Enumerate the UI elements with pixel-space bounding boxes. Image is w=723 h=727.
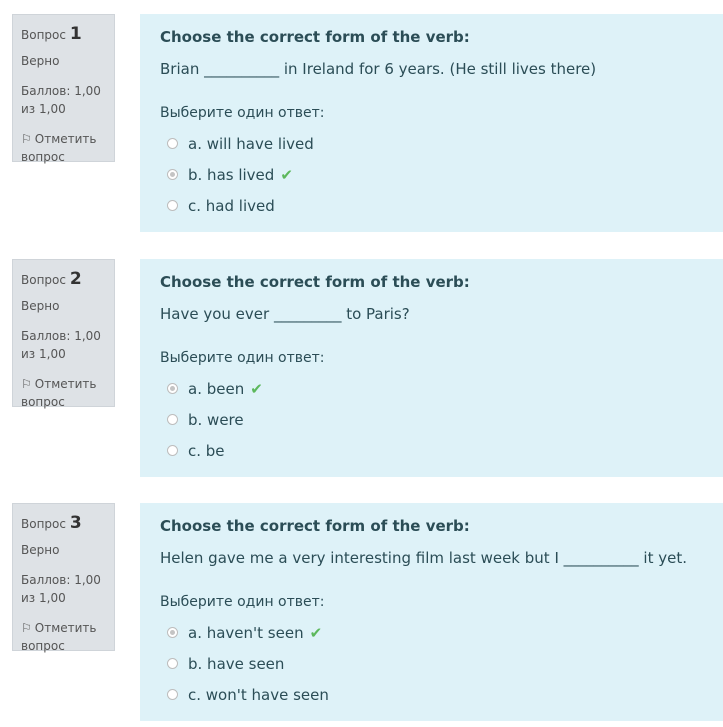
answer-label: c. be — [188, 441, 225, 460]
question-heading: Choose the correct form of the verb: — [160, 517, 470, 535]
flag-label: Отметить вопрос — [21, 132, 97, 164]
flag-icon: ⚐ — [21, 621, 32, 635]
radio-button[interactable] — [167, 445, 178, 456]
question-info-panel: Вопрос 1 Верно Баллов: 1,00 из 1,00 ⚐ Отм… — [12, 14, 115, 164]
check-icon: ✔ — [309, 623, 323, 642]
answer-label: c. had lived — [188, 196, 275, 215]
flag-icon: ⚐ — [21, 377, 32, 391]
question-number: 3 — [69, 513, 82, 533]
radio-button-selected[interactable] — [167, 627, 178, 638]
answer-list: a. will have lived b. has lived ✔ c. had… — [160, 128, 703, 221]
answer-label: b. were — [188, 410, 244, 429]
question-state: Верно — [21, 299, 60, 313]
answer-label: c. won't have seen — [188, 685, 329, 704]
answer-option[interactable]: b. has lived ✔ — [160, 159, 703, 190]
radio-button-selected[interactable] — [167, 169, 178, 180]
flag-label: Отметить вопрос — [21, 621, 97, 653]
check-icon: ✔ — [250, 379, 263, 398]
question-heading: Choose the correct form of the verb: — [160, 28, 470, 46]
radio-button[interactable] — [167, 200, 178, 211]
answer-prompt: Выберите один ответ: — [160, 594, 325, 610]
question-text: Helen gave me a very interesting film la… — [160, 549, 687, 567]
question-label: Вопрос — [21, 28, 66, 42]
question-state: Верно — [21, 54, 60, 68]
radio-button[interactable] — [167, 138, 178, 149]
question-content: Choose the correct form of the verb: Hav… — [140, 259, 723, 477]
answer-option[interactable]: c. had lived — [160, 190, 703, 221]
answer-label: a. will have lived — [188, 134, 314, 153]
question-text: Brian __________ in Ireland for 6 years.… — [160, 60, 597, 78]
question-grade: Баллов: 1,00 из 1,00 — [21, 84, 101, 116]
answer-prompt: Выберите один ответ: — [160, 350, 325, 366]
radio-button[interactable] — [167, 658, 178, 669]
question-label: Вопрос — [21, 517, 66, 531]
question-number: 1 — [69, 24, 82, 44]
question-grade: Баллов: 1,00 из 1,00 — [21, 329, 101, 361]
radio-button[interactable] — [167, 414, 178, 425]
answer-label: b. have seen — [188, 654, 285, 673]
question-number: 2 — [69, 269, 82, 289]
flag-label: Отметить вопрос — [21, 377, 97, 409]
question-info-panel: Вопрос 3 Верно Баллов: 1,00 из 1,00 ⚐ Отм… — [12, 503, 115, 653]
answer-option[interactable]: a. been ✔ — [160, 373, 703, 404]
answer-option[interactable]: a. haven't seen ✔ — [160, 617, 703, 648]
flag-question-link[interactable]: ⚐ Отметить вопрос — [21, 375, 106, 411]
answer-option[interactable]: c. be — [160, 435, 703, 466]
question-label: Вопрос — [21, 273, 66, 287]
answer-option[interactable]: a. will have lived — [160, 128, 703, 159]
check-icon: ✔ — [280, 165, 293, 184]
answer-option[interactable]: b. were — [160, 404, 703, 435]
answer-label: a. haven't seen — [188, 623, 304, 642]
question-content: Choose the correct form of the verb: Bri… — [140, 14, 723, 232]
question-info-panel: Вопрос 2 Верно Баллов: 1,00 из 1,00 ⚐ Отм… — [12, 259, 115, 409]
question-state: Верно — [21, 543, 60, 557]
answer-label: a. been — [188, 379, 245, 398]
answer-list: a. been ✔ b. were c. be — [160, 373, 703, 466]
question-heading: Choose the correct form of the verb: — [160, 273, 470, 291]
radio-button-selected[interactable] — [167, 383, 178, 394]
radio-button[interactable] — [167, 689, 178, 700]
answer-option[interactable]: b. have seen — [160, 648, 703, 679]
flag-question-link[interactable]: ⚐ Отметить вопрос — [21, 619, 106, 655]
flag-question-link[interactable]: ⚐ Отметить вопрос — [21, 130, 106, 166]
question-text: Have you ever _________ to Paris? — [160, 305, 410, 323]
flag-icon: ⚐ — [21, 132, 32, 146]
answer-prompt: Выберите один ответ: — [160, 105, 325, 121]
answer-option[interactable]: c. won't have seen — [160, 679, 703, 710]
question-grade: Баллов: 1,00 из 1,00 — [21, 573, 101, 605]
answer-label: b. has lived — [188, 165, 275, 184]
answer-list: a. haven't seen ✔ b. have seen c. won't … — [160, 617, 703, 710]
question-content: Choose the correct form of the verb: Hel… — [140, 503, 723, 721]
